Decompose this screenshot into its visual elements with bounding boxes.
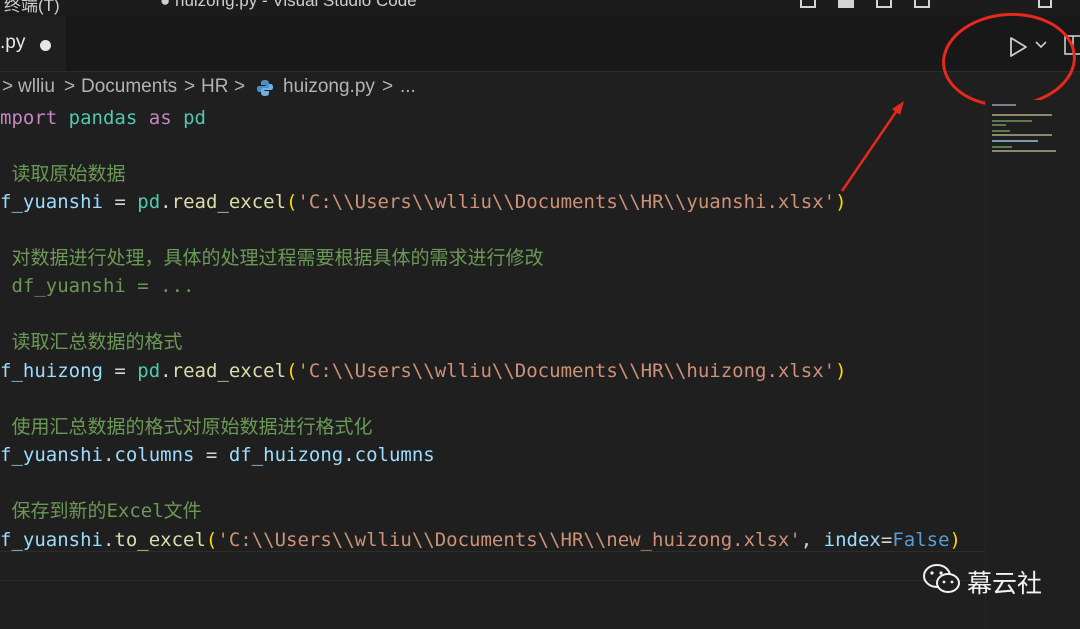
code-comment: df_yuanshi = ... [0, 275, 195, 297]
tab-label: .py [0, 32, 26, 53]
wechat-icon [923, 564, 960, 593]
tab-bar: .py [0, 16, 1080, 72]
annotation-arrow-icon [840, 101, 904, 192]
toggle-secondary-sidebar-icon[interactable] [876, 0, 892, 8]
minimap[interactable] [985, 100, 1080, 629]
tab-huizong-py[interactable]: .py [0, 16, 66, 71]
menu-terminal[interactable]: 终端(T) [4, 0, 60, 16]
code-line-read-huizong: f_huizong = pd.read_excel('C:\\Users\\wl… [0, 360, 847, 382]
restore-window-icon[interactable] [1038, 0, 1052, 8]
code-comment: 对数据进行处理，具体的处理过程需要根据具体的需求进行修改 [0, 247, 544, 269]
window-title: ● huizong.py - Visual Studio Code [160, 0, 417, 10]
code-line-to-excel: f_yuanshi.to_excel('C:\\Users\\wlliu\\Do… [0, 529, 961, 551]
breadcrumb-item-ellipsis[interactable]: ... [400, 76, 416, 98]
code-comment: 保存到新的Excel文件 [0, 500, 202, 522]
unsaved-dot-icon[interactable] [40, 40, 51, 51]
code-line-read-yuanshi: f_yuanshi = pd.read_excel('C:\\Users\\wl… [0, 191, 847, 213]
customize-layout-icon[interactable] [914, 0, 930, 8]
code-comment: 读取汇总数据的格式 [0, 331, 183, 353]
current-line-highlight [0, 551, 985, 581]
breadcrumb-separator: > [184, 76, 196, 97]
toggle-sidebar-icon[interactable] [800, 0, 816, 8]
title-bar: 终端(T) ● huizong.py - Visual Studio Code [0, 0, 1080, 16]
breadcrumb-item-file[interactable]: huizong.py [283, 76, 375, 98]
breadcrumb-separator: > [382, 76, 394, 97]
watermark-text: 幕云社 [967, 569, 1043, 598]
code-line-columns: f_yuanshi.columns = df_huizong.columns [0, 444, 435, 466]
breadcrumb-item-wlliu[interactable]: wlliu [18, 76, 55, 98]
breadcrumb-separator: > [64, 76, 76, 97]
breadcrumb-separator: > [234, 76, 246, 97]
breadcrumb-item-hr[interactable]: HR [201, 76, 228, 98]
python-file-icon [257, 80, 273, 96]
breadcrumb-item-documents[interactable]: Documents [81, 76, 177, 98]
code-line-1: mport pandas as pd [0, 107, 206, 129]
toggle-panel-icon[interactable] [838, 0, 854, 8]
code-comment: 使用汇总数据的格式对原始数据进行格式化 [0, 416, 373, 438]
code-comment: 读取原始数据 [0, 163, 126, 185]
breadcrumb-separator: > [2, 76, 14, 97]
